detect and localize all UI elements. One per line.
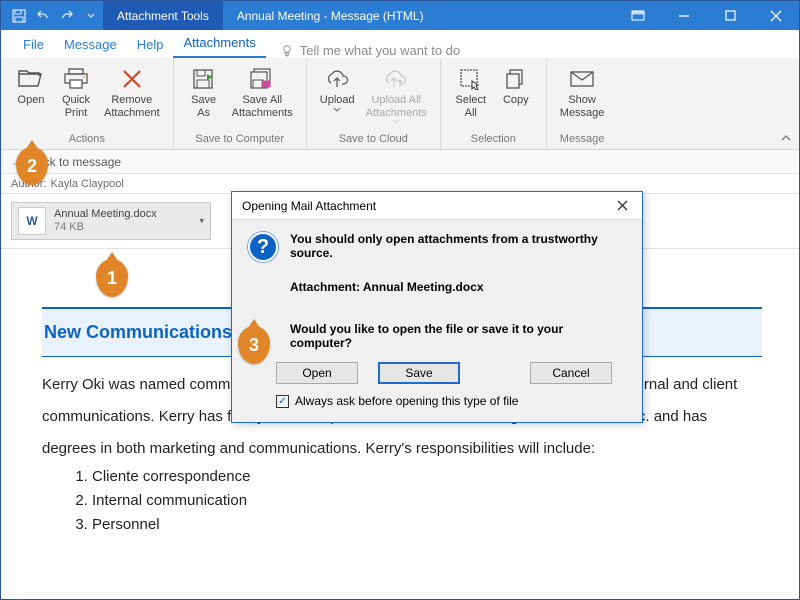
close-icon[interactable] — [753, 1, 799, 30]
remove-attachment-button[interactable]: Remove Attachment — [99, 62, 165, 121]
ribbon-tabs: File Message Help Attachments Tell me wh… — [1, 30, 799, 58]
list-item: Cliente correspondence — [92, 465, 762, 489]
save-as-icon — [192, 68, 216, 90]
cloud-upload-icon — [323, 69, 351, 89]
dialog-open-button[interactable]: Open — [276, 362, 358, 384]
dialog-titlebar: Opening Mail Attachment — [232, 192, 642, 220]
group-save-computer: Save As Save All Attachments Save to Com… — [174, 58, 307, 149]
redo-icon[interactable] — [55, 1, 79, 30]
title-bar: Attachment Tools Annual Meeting - Messag… — [1, 1, 799, 30]
tab-help[interactable]: Help — [127, 33, 174, 58]
dialog-warning: You should only open attachments from a … — [290, 232, 626, 260]
context-tab-label: Attachment Tools — [103, 1, 223, 30]
dialog-title: Opening Mail Attachment — [242, 199, 376, 213]
group-label: Save to Cloud — [315, 133, 432, 147]
author-name: Kayla Claypool — [50, 178, 123, 190]
group-label: Message — [555, 133, 610, 147]
always-ask-checkbox[interactable]: ✓ Always ask before opening this type of… — [276, 394, 626, 408]
list-item: Internal communication — [92, 489, 762, 513]
upload-button[interactable]: Upload — [315, 62, 360, 126]
word-doc-icon: W — [18, 207, 46, 235]
copy-icon — [505, 68, 527, 90]
minimize-icon[interactable] — [661, 1, 707, 30]
open-attachment-dialog: Opening Mail Attachment ? You should onl… — [231, 191, 643, 423]
select-all-button[interactable]: Select All — [449, 62, 493, 121]
x-icon — [121, 68, 143, 90]
group-message: Show Message Message — [547, 58, 618, 149]
attachment-chip[interactable]: W Annual Meeting.docx 74 KB ▾ — [11, 202, 211, 240]
attachment-name: Annual Meeting.docx — [54, 208, 157, 221]
ribbon-display-icon[interactable] — [615, 1, 661, 30]
group-actions: Open Quick Print Remove Attachment Actio… — [1, 58, 174, 149]
attachment-size: 74 KB — [54, 221, 157, 234]
dialog-attachment-label: Attachment: Annual Meeting.docx — [290, 280, 626, 294]
dialog-close-button[interactable] — [610, 196, 634, 216]
quick-print-button[interactable]: Quick Print — [54, 62, 98, 121]
tab-message[interactable]: Message — [54, 33, 127, 58]
printer-icon — [63, 68, 89, 90]
save-all-icon — [249, 68, 275, 90]
group-label: Selection — [449, 133, 538, 147]
dialog-question: Would you like to open the file or save … — [290, 322, 626, 350]
checkbox-icon: ✓ — [276, 395, 289, 408]
lightbulb-icon — [280, 44, 294, 58]
tab-attachments[interactable]: Attachments — [173, 31, 265, 58]
save-all-button[interactable]: Save All Attachments — [227, 62, 298, 121]
group-selection: Select All Copy Selection — [441, 58, 547, 149]
ribbon: Open Quick Print Remove Attachment Actio… — [1, 58, 799, 150]
group-label: Save to Computer — [182, 133, 298, 147]
chevron-down-icon — [333, 107, 341, 112]
envelope-icon — [569, 69, 595, 89]
window-title: Annual Meeting - Message (HTML) — [223, 1, 438, 30]
copy-button[interactable]: Copy — [494, 62, 538, 121]
question-icon: ? — [248, 232, 278, 262]
tell-me-box[interactable]: Tell me what you want to do — [280, 43, 460, 58]
group-save-cloud: Upload Upload All Attachments Save to Cl… — [307, 58, 441, 149]
chevron-down-icon[interactable]: ▾ — [199, 216, 204, 227]
dialog-save-button[interactable]: Save — [378, 362, 460, 384]
collapse-ribbon-icon[interactable] — [781, 133, 791, 145]
qa-dropdown-icon[interactable] — [79, 1, 103, 30]
undo-icon[interactable] — [31, 1, 55, 30]
tell-me-label: Tell me what you want to do — [300, 43, 460, 58]
folder-open-icon — [17, 68, 45, 90]
tab-file[interactable]: File — [13, 33, 54, 58]
save-icon[interactable] — [7, 1, 31, 30]
cloud-upload-all-icon — [381, 69, 411, 89]
dialog-cancel-button[interactable]: Cancel — [530, 362, 612, 384]
select-all-icon — [459, 68, 483, 90]
open-button[interactable]: Open — [9, 62, 53, 121]
quick-access — [1, 1, 103, 30]
chevron-down-icon — [392, 119, 400, 124]
back-bar[interactable]: ← Back to message — [1, 150, 799, 174]
close-icon — [617, 200, 628, 211]
checkbox-label: Always ask before opening this type of f… — [295, 394, 518, 408]
title-mid: Attachment Tools Annual Meeting - Messag… — [103, 1, 438, 30]
show-message-button[interactable]: Show Message — [555, 62, 610, 121]
maximize-icon[interactable] — [707, 1, 753, 30]
list-item: Personnel — [92, 513, 762, 537]
window-controls — [615, 1, 799, 30]
upload-all-button: Upload All Attachments — [361, 62, 432, 126]
save-as-button[interactable]: Save As — [182, 62, 226, 121]
